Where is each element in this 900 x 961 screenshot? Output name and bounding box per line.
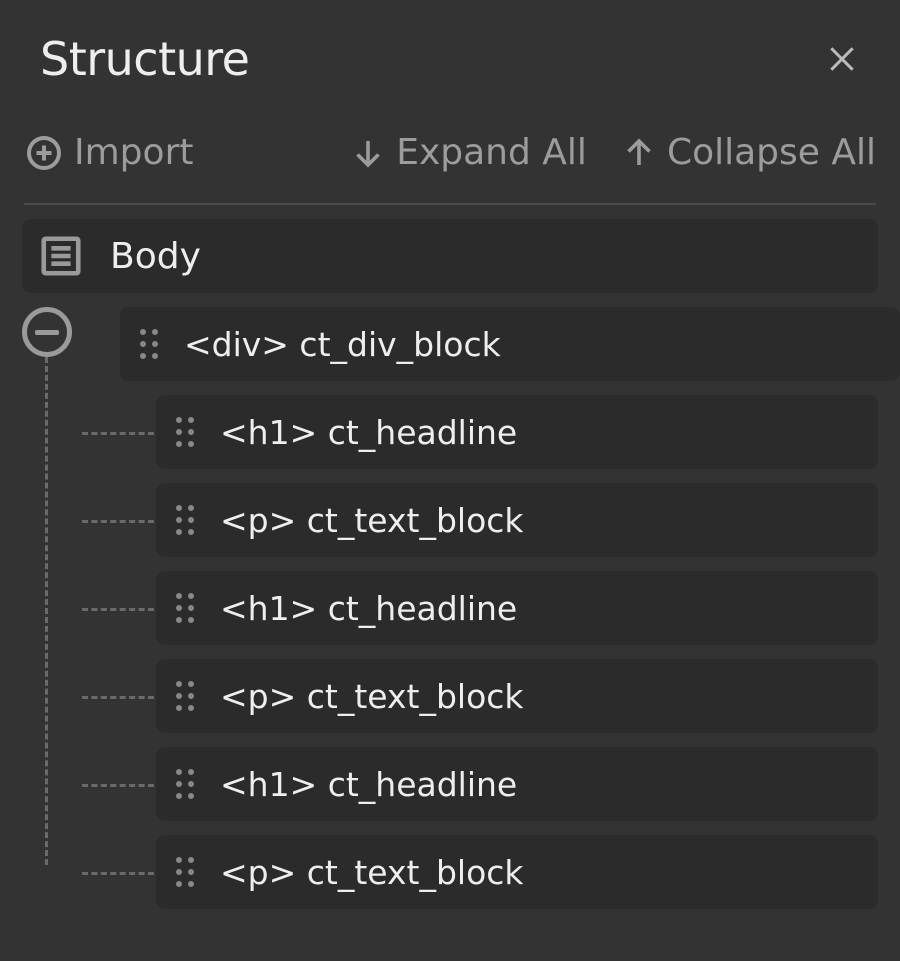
drag-handle-icon[interactable] xyxy=(176,681,194,711)
expand-all-button[interactable]: Expand All xyxy=(350,132,587,173)
tree-node-label: <h1> ct_headline xyxy=(220,589,517,628)
tree-toggle-column xyxy=(22,307,72,865)
tree-node-wrap: <p> ct_text_block xyxy=(82,483,878,557)
collapse-all-button[interactable]: Collapse All xyxy=(621,132,876,173)
tree-node-label: <h1> ct_headline xyxy=(220,765,517,804)
panel-toolbar: Import Expand All Collapse All xyxy=(24,120,876,205)
tree-children: <div> ct_div_block <h1> ct_headline xyxy=(22,307,878,909)
tree-node-body[interactable]: Body xyxy=(22,219,878,293)
tree-node-wrap: <h1> ct_headline xyxy=(82,395,878,469)
tree-node[interactable]: <p> ct_text_block xyxy=(156,659,878,733)
tree-node[interactable]: <p> ct_text_block xyxy=(156,483,878,557)
tree-node-div-block[interactable]: <div> ct_div_block xyxy=(120,307,900,381)
tree-node-label: <p> ct_text_block xyxy=(220,853,524,892)
body-icon xyxy=(36,231,86,281)
tree-node[interactable]: <p> ct_text_block xyxy=(156,835,878,909)
arrow-up-icon xyxy=(621,135,657,171)
tree-connector-horizontal xyxy=(82,835,154,909)
drag-handle-icon[interactable] xyxy=(176,505,194,535)
tree-connector-horizontal xyxy=(82,659,154,733)
panel-title: Structure xyxy=(40,32,250,86)
close-icon xyxy=(826,43,858,75)
tree-node-wrap: <h1> ct_headline xyxy=(82,747,878,821)
panel-header: Structure xyxy=(22,18,878,120)
plus-circle-icon xyxy=(24,133,64,173)
drag-handle-icon[interactable] xyxy=(176,417,194,447)
tree-node[interactable]: <h1> ct_headline xyxy=(156,747,878,821)
tree-node-wrap: <div> ct_div_block xyxy=(120,307,878,381)
tree-node-wrap: <p> ct_text_block xyxy=(82,659,878,733)
tree-node-label: Body xyxy=(110,236,201,277)
tree-node-label: <h1> ct_headline xyxy=(220,413,517,452)
close-button[interactable] xyxy=(824,41,860,77)
drag-handle-icon[interactable] xyxy=(176,857,194,887)
expand-all-label: Expand All xyxy=(396,132,587,173)
structure-panel: Structure Import Expand All Collapse Al xyxy=(0,0,900,909)
tree-connector-horizontal xyxy=(82,395,154,469)
tree-node-wrap: <h1> ct_headline xyxy=(82,571,878,645)
tree-node-label: <div> ct_div_block xyxy=(184,325,501,364)
drag-handle-icon[interactable] xyxy=(176,593,194,623)
tree-connector-horizontal xyxy=(82,571,154,645)
tree-grandchildren: <h1> ct_headline <p> ct_text_block xyxy=(82,395,878,909)
tree-connector-horizontal xyxy=(82,747,154,821)
import-button[interactable]: Import xyxy=(24,132,193,173)
tree-connector-horizontal xyxy=(82,483,154,557)
tree-node[interactable]: <h1> ct_headline xyxy=(156,571,878,645)
arrow-down-icon xyxy=(350,135,386,171)
drag-handle-icon[interactable] xyxy=(176,769,194,799)
collapse-all-label: Collapse All xyxy=(667,132,876,173)
minus-icon xyxy=(35,330,59,335)
import-label: Import xyxy=(74,132,193,173)
tree-node-wrap: <p> ct_text_block xyxy=(82,835,878,909)
tree: Body <div> ct_div_block xyxy=(22,205,878,909)
tree-connector-vertical xyxy=(45,357,48,865)
tree-node[interactable]: <h1> ct_headline xyxy=(156,395,878,469)
collapse-toggle[interactable] xyxy=(22,307,72,357)
tree-node-label: <p> ct_text_block xyxy=(220,501,524,540)
tree-node-label: <p> ct_text_block xyxy=(220,677,524,716)
drag-handle-icon[interactable] xyxy=(140,329,158,359)
